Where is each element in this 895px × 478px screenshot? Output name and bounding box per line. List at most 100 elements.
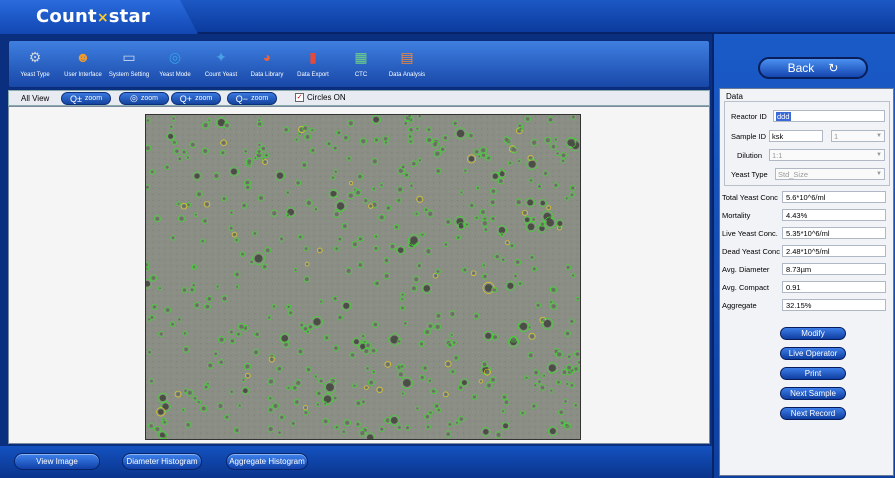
cell-body xyxy=(171,322,174,326)
cell-body xyxy=(194,213,197,216)
modify-button[interactable]: Modify xyxy=(780,327,846,340)
cell-body xyxy=(287,386,290,389)
cell-body xyxy=(207,382,209,385)
cell-body xyxy=(265,248,270,253)
toolbar-yeast-type[interactable]: ⚙ Yeast Type xyxy=(13,46,57,79)
cell-body xyxy=(203,219,207,223)
sample-index-select[interactable]: 1 ▼ xyxy=(831,130,885,142)
cell-body xyxy=(230,390,233,393)
cell-body xyxy=(263,160,267,164)
cell-body xyxy=(235,428,239,432)
cell-body xyxy=(291,422,295,425)
chevron-down-icon: ▼ xyxy=(876,133,882,139)
cell-body xyxy=(353,384,356,387)
cell-body xyxy=(250,260,253,264)
cell-body xyxy=(268,316,271,319)
zoom-reset-button[interactable]: ◎ zoom xyxy=(119,92,169,105)
cell-body xyxy=(461,380,467,386)
cell-body xyxy=(287,208,295,216)
cell-body xyxy=(425,415,430,419)
diameter-histogram-button[interactable]: Diameter Histogram xyxy=(122,453,202,470)
circles-checkbox[interactable]: ✓ xyxy=(295,93,304,102)
dilution-select[interactable]: 1:1 ▼ xyxy=(769,149,885,161)
cell-body xyxy=(540,222,544,226)
cell-body xyxy=(383,137,388,141)
microscope-icon: ✦ xyxy=(215,48,227,65)
zoom-fit-button[interactable]: Q± zoom xyxy=(61,92,111,105)
cell-body xyxy=(419,342,424,346)
cell-body xyxy=(146,119,150,122)
zoom-in-button[interactable]: Q+ zoom xyxy=(171,92,221,105)
cell-body xyxy=(207,297,212,301)
aggregate-histogram-button[interactable]: Aggregate Histogram xyxy=(226,453,308,470)
cell-body xyxy=(259,196,263,200)
cell-body xyxy=(404,122,407,125)
cell-body xyxy=(298,235,302,239)
next-sample-button[interactable]: Next Sample xyxy=(780,387,846,400)
title-bar: Count×star xyxy=(0,0,895,34)
back-button[interactable]: Back ↻ xyxy=(758,57,868,79)
result-value: 2.48*10^5/ml xyxy=(782,245,886,257)
cell-body xyxy=(436,270,440,273)
cell-body xyxy=(390,244,395,249)
cell-body xyxy=(178,157,182,161)
cell-body xyxy=(560,421,564,425)
cell-body xyxy=(487,383,491,388)
cell-body xyxy=(405,173,409,177)
toolbar-user-interface[interactable]: ☻ User Interface xyxy=(61,46,105,78)
cell-body xyxy=(246,185,250,189)
cell-body xyxy=(525,376,528,379)
circles-toggle[interactable]: ✓ Circles ON xyxy=(295,93,346,102)
cell-body xyxy=(150,379,153,383)
cell-body xyxy=(567,139,575,147)
print-button[interactable]: Print xyxy=(780,367,846,380)
view-image-button[interactable]: View Image xyxy=(14,453,100,470)
next-record-button[interactable]: Next Record xyxy=(780,407,846,420)
cell-body xyxy=(401,365,404,368)
toolbar-system-setting[interactable]: ▭ System Setting xyxy=(107,46,151,79)
cell-body xyxy=(362,335,365,338)
cell-body xyxy=(345,420,350,425)
zoom-out-button[interactable]: Q− zoom xyxy=(227,92,277,105)
data-legend: Data xyxy=(726,92,743,101)
cell-body xyxy=(374,246,378,250)
cell-body xyxy=(314,208,318,211)
reactor-id-field[interactable]: ddd xyxy=(773,110,885,122)
cell-body xyxy=(338,315,342,320)
cell-body xyxy=(540,385,545,390)
cell-body xyxy=(519,127,522,130)
cell-body xyxy=(410,236,418,244)
cell-body xyxy=(295,138,298,141)
cell-body xyxy=(435,151,440,156)
cell-body xyxy=(460,191,463,194)
toolbar-data-analysis[interactable]: ▤ Data Analysis xyxy=(385,46,429,79)
cell-body xyxy=(506,241,509,244)
cell-body xyxy=(415,212,418,215)
cell-body xyxy=(306,367,311,372)
toolbar-count-yeast[interactable]: ✦ Count Yeast xyxy=(199,46,243,79)
cell-body xyxy=(268,427,273,432)
cell-body xyxy=(304,411,308,415)
cell-body xyxy=(311,148,315,152)
cell-body xyxy=(232,233,236,237)
cell-body xyxy=(373,187,376,190)
cell-body xyxy=(373,322,378,327)
cell-body xyxy=(428,379,432,382)
yeast-type-select[interactable]: Std_Size ▼ xyxy=(775,168,885,180)
toolbar-yeast-mode[interactable]: ◎ Yeast Mode xyxy=(153,46,197,79)
sample-info-group: Reactor ID ddd Sample ID ksk 1 ▼ Dilution… xyxy=(724,101,890,186)
analysis-icon: ▤ xyxy=(400,48,414,65)
cell-body xyxy=(236,285,239,288)
microscope-image[interactable] xyxy=(145,114,581,440)
toolbar-data-export[interactable]: ▮ Data Export xyxy=(291,46,335,79)
toolbar-ctc[interactable]: ▦ CTC xyxy=(339,46,383,79)
cell-body xyxy=(397,198,401,202)
cell-body xyxy=(182,288,187,292)
toolbar-data-library[interactable]: ◕ Data Library xyxy=(245,46,289,78)
live-operator-button[interactable]: Live Operator xyxy=(780,347,846,360)
sample-id-field[interactable]: ksk xyxy=(769,130,823,142)
circles-label: Circles ON xyxy=(307,93,346,102)
cell-body xyxy=(454,356,458,360)
cell-body xyxy=(175,149,179,153)
bar-chart-icon: ▮ xyxy=(309,48,317,65)
